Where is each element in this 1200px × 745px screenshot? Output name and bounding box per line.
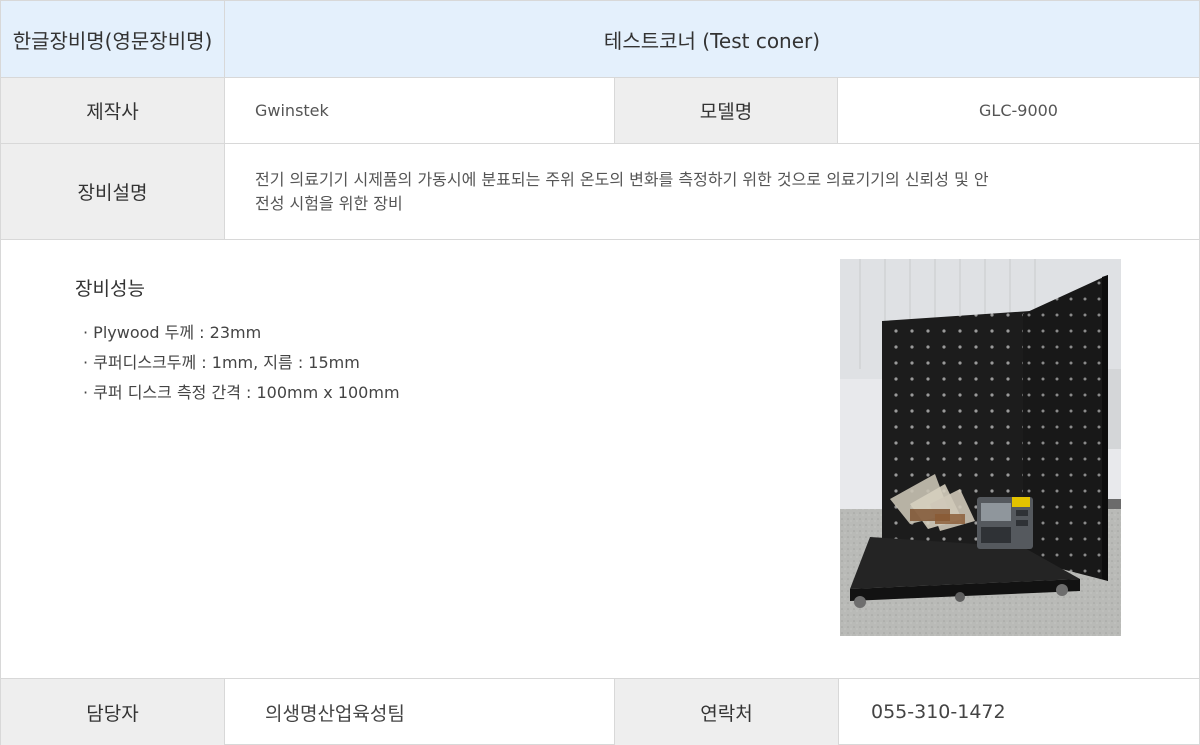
equipment-name-value: 테스트코너 (Test coner) (225, 1, 1199, 77)
contact-person-label: 담당자 (1, 679, 225, 745)
maker-label: 제작사 (1, 78, 225, 143)
performance-row: 장비성능 Plywood 두께 : 23mm 쿠퍼디스크두께 : 1mm, 지름… (1, 240, 1199, 679)
maker-model-row: 제작사 Gwinstek 모델명 GLC-9000 (1, 78, 1199, 144)
equipment-name-label: 한글장비명(영문장비명) (1, 1, 225, 77)
model-value: GLC-9000 (979, 101, 1058, 120)
maker-value: Gwinstek (225, 78, 615, 143)
performance-item: Plywood 두께 : 23mm (83, 318, 400, 348)
contact-row: 담당자 의생명산업육성팀 연락처 055-310-1472 (1, 679, 1199, 745)
performance-item: 쿠퍼 디스크 측정 간격 : 100mm x 100mm (83, 378, 399, 408)
description-label: 장비설명 (1, 144, 225, 239)
equipment-info-table: 한글장비명(영문장비명) 테스트코너 (Test coner) 제작사 Gwin… (0, 0, 1200, 745)
equipment-name-row: 한글장비명(영문장비명) 테스트코너 (Test coner) (1, 1, 1199, 78)
performance-title: 장비성능 (75, 278, 145, 300)
performance-item: 쿠퍼디스크두께 : 1mm, 지름 : 15mm (83, 348, 400, 378)
model-label: 모델명 (615, 78, 838, 143)
description-value: 전기 의료기기 시제품의 가동시에 분표되는 주위 온도의 변화를 측정하기 위… (255, 169, 989, 213)
equipment-photo (840, 259, 1121, 636)
contact-phone-value: 055-310-1472 (871, 701, 1006, 723)
contact-phone-label: 연락처 (615, 679, 839, 745)
contact-person-value: 의생명산업육성팀 (225, 679, 615, 745)
performance-list: Plywood 두께 : 23mm 쿠퍼디스크두께 : 1mm, 지름 : 15… (83, 318, 400, 408)
description-row: 장비설명 전기 의료기기 시제품의 가동시에 분표되는 주위 온도의 변화를 측… (1, 144, 1199, 240)
